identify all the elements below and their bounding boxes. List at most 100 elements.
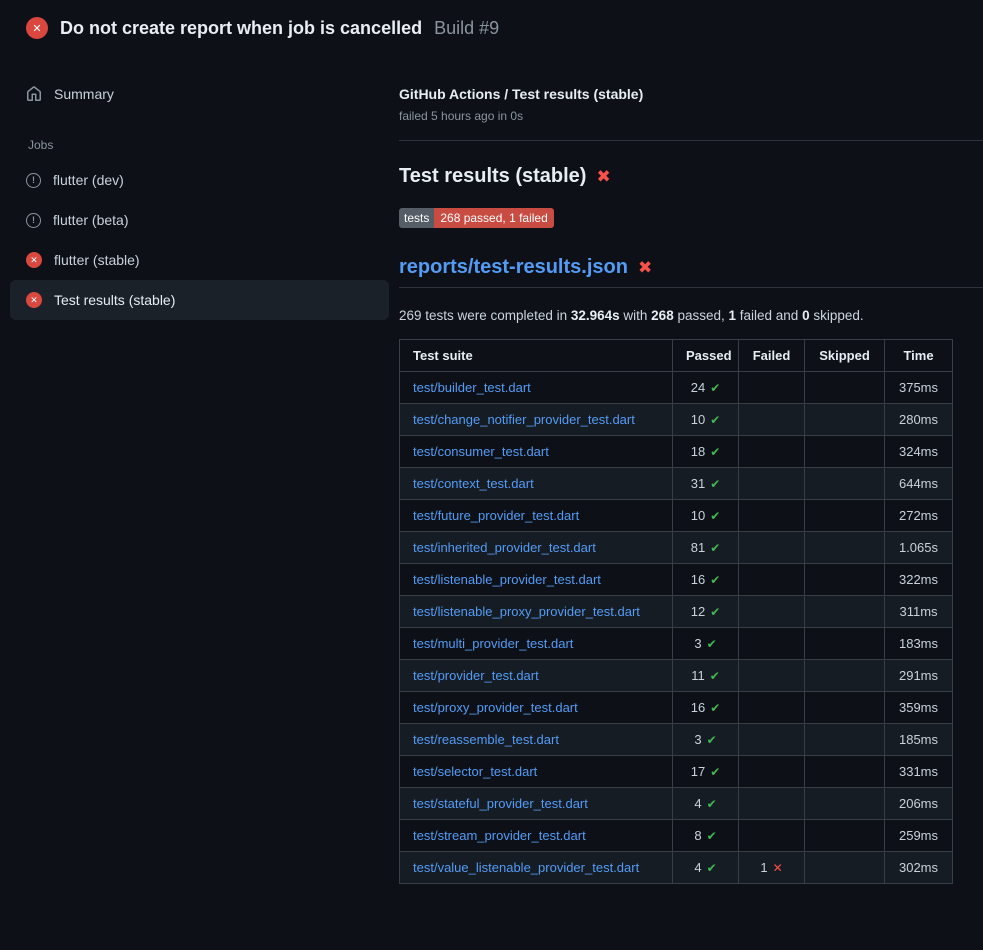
suite-link[interactable]: test/selector_test.dart	[413, 764, 537, 779]
summary-number: 1	[729, 308, 737, 323]
suite-link[interactable]: test/value_listenable_provider_test.dart	[413, 860, 639, 875]
passed-cell: 11✔	[673, 660, 739, 692]
passed-cell: 16 ✔	[673, 564, 739, 596]
check-icon: ✔	[710, 573, 720, 587]
check-title-text: Test results (stable)	[399, 165, 586, 188]
suite-link[interactable]: test/stream_provider_test.dart	[413, 828, 586, 843]
table-row: test/builder_test.dart24✔375ms	[400, 372, 953, 404]
suite-link[interactable]: test/listenable_proxy_provider_test.dart	[413, 604, 640, 619]
build-number: Build #9	[434, 18, 499, 39]
sidebar-item-label: flutter (beta)	[53, 212, 128, 228]
suite-link[interactable]: test/consumer_test.dart	[413, 444, 549, 459]
failed-cell	[739, 628, 805, 660]
sidebar-item-flutter-dev[interactable]: !flutter (dev)	[10, 160, 389, 200]
time-cell: 331ms	[885, 756, 953, 788]
home-icon	[26, 86, 42, 102]
suite-cell: test/provider_test.dart	[400, 660, 673, 692]
summary-text: with	[620, 308, 652, 323]
sidebar-item-flutter-beta[interactable]: !flutter (beta)	[10, 200, 389, 240]
sidebar-item-flutter-stable[interactable]: ✕flutter (stable)	[10, 240, 389, 280]
skipped-cell	[805, 436, 885, 468]
failed-cell	[739, 596, 805, 628]
passed-cell: 12✔	[673, 596, 739, 628]
time-cell: 259ms	[885, 820, 953, 852]
sidebar-item-test-results-stable[interactable]: ✕Test results (stable)	[10, 280, 389, 320]
check-icon: ✔	[710, 413, 720, 427]
check-icon: ✔	[707, 861, 717, 875]
table-row: test/provider_test.dart11✔291ms	[400, 660, 953, 692]
suite-link[interactable]: test/context_test.dart	[413, 476, 534, 491]
failed-cell	[739, 404, 805, 436]
check-run-header: ✕ Do not create report when job is cance…	[0, 0, 983, 56]
suite-link[interactable]: test/reassemble_test.dart	[413, 732, 559, 747]
passed-cell: 3✔	[673, 628, 739, 660]
suite-link[interactable]: test/future_provider_test.dart	[413, 508, 579, 523]
passed-count: 16	[691, 700, 705, 715]
sidebar-item-label: flutter (stable)	[54, 252, 140, 268]
suite-link[interactable]: test/stateful_provider_test.dart	[413, 796, 588, 811]
passed-count: 4	[694, 796, 701, 811]
report-file-link[interactable]: reports/test-results.json	[399, 256, 628, 279]
suite-link[interactable]: test/inherited_provider_test.dart	[413, 540, 596, 555]
suite-link[interactable]: test/change_notifier_provider_test.dart	[413, 412, 635, 427]
passed-count: 81	[691, 540, 705, 555]
table-header-row: Test suite Passed Failed Skipped Time	[400, 340, 953, 372]
passed-cell: 4✔	[673, 788, 739, 820]
badge-value: 268 passed, 1 failed	[434, 208, 553, 228]
sidebar-item-label: flutter (dev)	[53, 172, 124, 188]
passed-cell: 31✔	[673, 468, 739, 500]
time-cell: 324ms	[885, 436, 953, 468]
suite-cell: test/context_test.dart	[400, 468, 673, 500]
suite-link[interactable]: test/builder_test.dart	[413, 380, 531, 395]
col-test-suite: Test suite	[400, 340, 673, 372]
check-icon: ✔	[707, 637, 717, 651]
suite-cell: test/selector_test.dart	[400, 756, 673, 788]
table-row: test/proxy_provider_test.dart16✔359ms	[400, 692, 953, 724]
col-failed: Failed	[739, 340, 805, 372]
suite-cell: test/listenable_provider_test.dart	[400, 564, 673, 596]
passed-cell: 3✔	[673, 724, 739, 756]
passed-cell: 81✔	[673, 532, 739, 564]
passed-cell: 24✔	[673, 372, 739, 404]
suite-cell: test/stateful_provider_test.dart	[400, 788, 673, 820]
skipped-cell	[805, 628, 885, 660]
passed-count: 4	[694, 860, 701, 875]
passed-count: 16	[691, 572, 705, 587]
sidebar-item-summary[interactable]: Summary	[10, 74, 389, 114]
table-row: test/inherited_provider_test.dart81✔1.06…	[400, 532, 953, 564]
failed-cell	[739, 532, 805, 564]
suite-link[interactable]: test/provider_test.dart	[413, 668, 539, 683]
breadcrumb: GitHub Actions / Test results (stable)	[399, 86, 983, 102]
passed-count: 3	[694, 732, 701, 747]
failed-cell	[739, 500, 805, 532]
sidebar: Summary Jobs !flutter (dev)!flutter (bet…	[0, 56, 399, 320]
report-heading: reports/test-results.json ✖	[399, 256, 983, 288]
jobs-list: !flutter (dev)!flutter (beta)✕flutter (s…	[0, 160, 399, 320]
failed-x-icon: ✖	[596, 167, 610, 187]
passed-count: 18	[691, 444, 705, 459]
suite-cell: test/consumer_test.dart	[400, 436, 673, 468]
skipped-cell	[805, 724, 885, 756]
results-table-body: test/builder_test.dart24✔375mstest/chang…	[400, 372, 953, 884]
suite-link[interactable]: test/listenable_provider_test.dart	[413, 572, 601, 587]
table-row: test/listenable_provider_test.dart16✔322…	[400, 564, 953, 596]
passed-count: 31	[691, 476, 705, 491]
results-table: Test suite Passed Failed Skipped Time te…	[399, 339, 953, 884]
suite-link[interactable]: test/proxy_provider_test.dart	[413, 700, 578, 715]
badge-label: tests	[399, 208, 434, 228]
skipped-cell	[805, 852, 885, 884]
summary-text: passed,	[674, 308, 729, 323]
failed-cell	[739, 692, 805, 724]
suite-link[interactable]: test/multi_provider_test.dart	[413, 636, 573, 651]
check-icon: ✔	[710, 765, 720, 779]
failed-cell	[739, 724, 805, 756]
summary-number: 32.964s	[571, 308, 620, 323]
check-icon: ✔	[710, 381, 720, 395]
failed-cell	[739, 372, 805, 404]
check-icon: ✔	[710, 509, 720, 523]
tests-badge: tests 268 passed, 1 failed	[399, 208, 554, 228]
x-circle-icon: ✕	[26, 17, 48, 39]
divider	[399, 140, 983, 141]
sidebar-item-label: Summary	[54, 86, 114, 102]
failed-cell	[739, 436, 805, 468]
